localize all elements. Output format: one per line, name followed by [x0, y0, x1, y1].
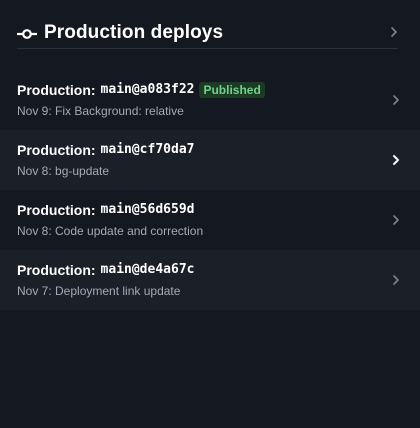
- deploy-ref: main@a083f22: [100, 82, 195, 97]
- chevron-right-icon: [391, 27, 397, 37]
- deploy-message: Nov 8: bg-update: [17, 164, 110, 178]
- deploy-environment: Production:: [17, 142, 96, 158]
- deploy-ref: main@de4a67c: [100, 262, 195, 277]
- panel-header[interactable]: Production deploys: [17, 18, 398, 49]
- deploy-environment: Production:: [17, 202, 96, 218]
- commit-icon: [17, 29, 37, 39]
- deploy-ref: main@56d659d: [100, 202, 195, 217]
- deploy-title: Production: main@a083f22 Published: [17, 81, 265, 99]
- deploy-title: Production: main@cf70da7: [17, 141, 194, 159]
- deploy-list: Production: main@a083f22 Published Nov 9…: [0, 70, 420, 310]
- deploy-message: Nov 7: Deployment link update: [17, 284, 181, 298]
- deploy-message: Nov 8: Code update and correction: [17, 224, 204, 238]
- deploy-ref: main@cf70da7: [100, 142, 195, 157]
- chevron-right-icon: [393, 95, 399, 105]
- chevron-right-icon: [393, 155, 399, 165]
- deploy-row[interactable]: Production: main@56d659d Nov 8: Code upd…: [0, 190, 420, 250]
- panel-title: Production deploys: [44, 22, 224, 43]
- deploy-environment: Production:: [17, 82, 96, 98]
- published-badge: Published: [199, 82, 265, 98]
- deploy-title: Production: main@de4a67c: [17, 261, 194, 279]
- deploy-row[interactable]: Production: main@a083f22 Published Nov 9…: [0, 70, 420, 130]
- deploy-title: Production: main@56d659d: [17, 201, 194, 219]
- chevron-right-icon: [393, 215, 399, 225]
- deploy-row[interactable]: Production: main@cf70da7 Nov 8: bg-updat…: [0, 130, 420, 190]
- production-deploys-panel: Production deploys Production: main@a083…: [0, 0, 420, 428]
- deploy-row[interactable]: Production: main@de4a67c Nov 7: Deployme…: [0, 250, 420, 310]
- deploy-environment: Production:: [17, 262, 96, 278]
- deploy-message: Nov 9: Fix Background: relative: [17, 104, 184, 118]
- chevron-right-icon: [393, 275, 399, 285]
